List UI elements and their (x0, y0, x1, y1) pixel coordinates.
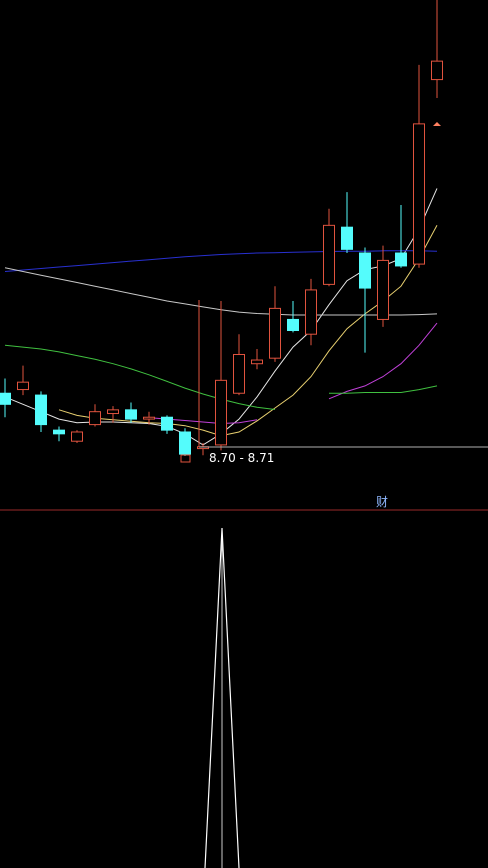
candle-18 (305, 278, 317, 346)
candle-22 (377, 245, 389, 327)
candle-16 (269, 286, 281, 362)
candle-13 (215, 300, 227, 451)
candle-body (359, 252, 371, 289)
candle-3 (35, 391, 47, 432)
candle-body (71, 431, 83, 442)
ma-line-2-seg-1 (58, 225, 438, 437)
indicator-panel (204, 527, 240, 868)
candle-10 (161, 415, 173, 434)
low-price-label: 8.70 - 8.71 (209, 451, 274, 465)
candle-body (161, 416, 173, 431)
ma-line-3-seg-2 (328, 322, 438, 400)
candle-25 (431, 0, 443, 99)
candlestick-series (0, 0, 443, 456)
finance-badge[interactable]: 财 (376, 495, 388, 509)
candle-21 (359, 247, 371, 353)
candle-6 (89, 404, 101, 427)
candle-body (0, 392, 11, 405)
candle-14 (233, 334, 245, 396)
candle-15 (251, 348, 263, 370)
low-marker: 8.70 - 8.71 (180, 300, 488, 465)
high-arrow-icon (433, 122, 441, 127)
candle-body (377, 259, 389, 320)
candle-body (125, 409, 137, 420)
candle-4 (53, 426, 65, 442)
candle-24 (413, 64, 425, 268)
candle-body (89, 411, 101, 426)
candle-body (251, 359, 263, 365)
candle-20 (341, 192, 353, 254)
candle-body (413, 123, 425, 265)
candle-body (143, 416, 155, 420)
candle-2 (17, 365, 29, 396)
candle-body (305, 289, 317, 335)
candle-1 (0, 378, 11, 418)
candle-body (179, 431, 191, 455)
candle-body (53, 429, 65, 435)
candle-23 (395, 205, 407, 268)
candle-body (17, 381, 29, 391)
candle-body (287, 318, 299, 332)
stock-chart: 8.70 - 8.71 财 (0, 0, 488, 868)
candle-19 (323, 208, 335, 287)
candle-body (233, 353, 245, 394)
candle-body (395, 252, 407, 267)
candle-body (323, 224, 335, 285)
candle-5 (71, 430, 83, 444)
candle-17 (287, 300, 299, 333)
candle-body (35, 394, 47, 426)
low-marker-box (180, 454, 191, 463)
candle-body (215, 379, 227, 446)
candle-body (107, 409, 119, 415)
candle-body (431, 60, 443, 81)
candle-11 (179, 428, 191, 456)
candle-8 (125, 402, 137, 423)
candle-body (269, 307, 281, 359)
candle-body (341, 226, 353, 250)
